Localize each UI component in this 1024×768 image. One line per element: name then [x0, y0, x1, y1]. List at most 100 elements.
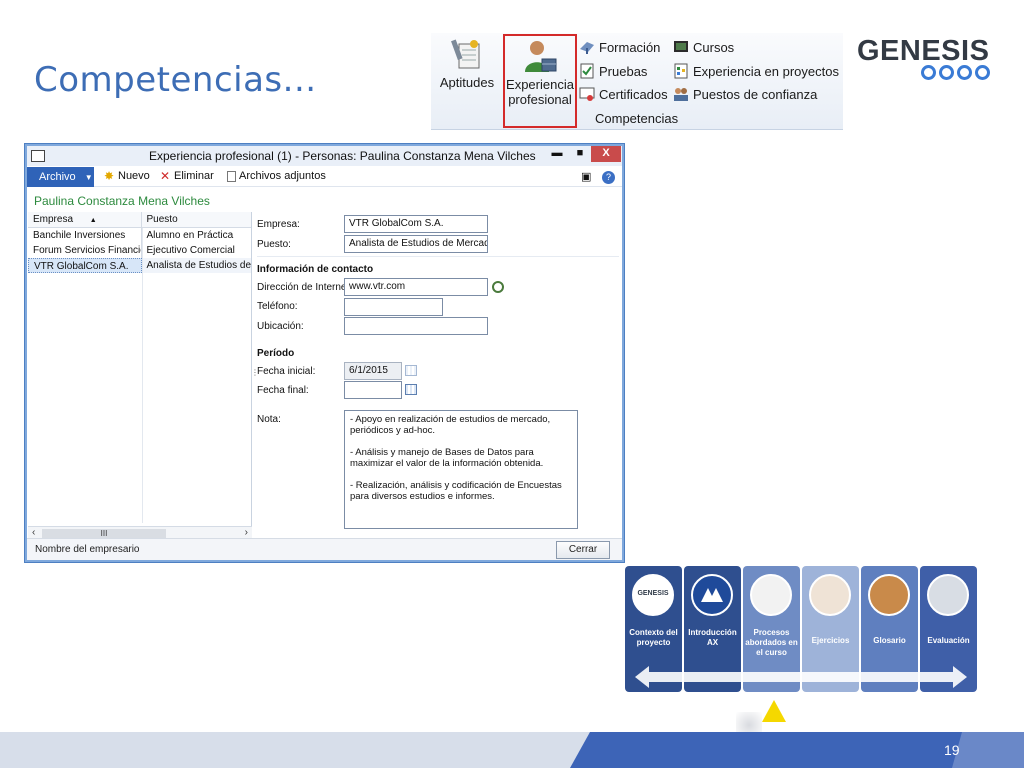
- fecha-final-field[interactable]: [344, 381, 402, 399]
- genesis-badge-icon: GENESIS: [632, 574, 674, 616]
- people-icon: [674, 88, 688, 101]
- nav-tile-label: Evaluación: [927, 636, 970, 645]
- page-number: 19: [944, 742, 960, 758]
- badge-text: GENESIS: [637, 590, 669, 597]
- status-text: Nombre del empresario: [35, 544, 140, 555]
- window-titlebar: Experiencia profesional (1) - Personas: …: [27, 146, 622, 166]
- nav-tile-label: Introducción AX: [688, 628, 737, 647]
- logo-text: GENESIS: [857, 35, 990, 67]
- eliminar-label: Eliminar: [174, 170, 214, 182]
- double-arrow-icon: [635, 666, 967, 688]
- table-row[interactable]: Forum Servicios Financie... Ejecutivo Co…: [28, 243, 251, 258]
- aptitudes-icon: [451, 39, 480, 69]
- column-header-puesto[interactable]: Puesto: [142, 212, 252, 227]
- experiencia-proyectos-icon: [674, 63, 688, 79]
- help-icon[interactable]: ?: [602, 171, 615, 184]
- nav-tile-label: Ejercicios: [811, 636, 850, 645]
- dynamics-logo-icon: [691, 574, 733, 616]
- cerrar-button[interactable]: Cerrar: [556, 541, 610, 559]
- puestos-confianza-label: Puestos de confianza: [693, 86, 818, 102]
- chevron-down-icon: ▼: [84, 173, 93, 182]
- nav-tile-label: Glosario: [873, 636, 906, 645]
- scroll-thumb[interactable]: III: [42, 529, 166, 538]
- calendar-icon[interactable]: [405, 365, 417, 376]
- cursos-label: Cursos: [693, 39, 735, 55]
- scroll-left-icon[interactable]: ‹: [32, 527, 35, 538]
- empresa-field[interactable]: VTR GlobalCom S.A.: [344, 215, 488, 233]
- nota-label: Nota:: [257, 414, 281, 425]
- ubicacion-field[interactable]: [344, 317, 488, 335]
- browse-search-icon[interactable]: [492, 281, 504, 293]
- telefono-field[interactable]: [344, 298, 443, 316]
- pruebas-label: Pruebas: [599, 63, 648, 79]
- cursos-button[interactable]: Cursos: [673, 37, 734, 57]
- grid-header: Empresa ▲ Puesto: [28, 212, 251, 228]
- minimize-button[interactable]: ▬: [548, 146, 566, 162]
- nav-tile-label: Procesos abordados en el curso: [745, 628, 798, 657]
- cell-puesto: Alumno en Práctica: [146, 230, 234, 241]
- archivos-adjuntos-button[interactable]: Archivos adjuntos: [227, 170, 326, 182]
- nota-paragraph: - Apoyo en realización de estudios de me…: [350, 414, 551, 436]
- experiencia-proyectos-label: Experiencia en proyectos: [693, 63, 839, 79]
- pruebas-button[interactable]: Pruebas: [579, 61, 647, 81]
- aptitudes-label: Aptitudes: [439, 75, 495, 90]
- experiencia-profesional-button[interactable]: Experiencia profesional: [503, 34, 577, 128]
- column-header-empresa[interactable]: Empresa ▲: [28, 212, 142, 227]
- table-row-selected[interactable]: VTR GlobalCom S.A. Analista de Estudios …: [28, 258, 251, 273]
- fecha-inicial-label: Fecha inicial:: [257, 366, 316, 377]
- nav-tile-label: Contexto del proyecto: [629, 628, 678, 647]
- current-step-pointer-icon: [762, 700, 786, 722]
- sort-ascending-icon: ▲: [89, 217, 97, 224]
- maximize-button[interactable]: ■: [571, 146, 589, 162]
- book-photo-icon: [868, 574, 910, 616]
- experience-grid: Empresa ▲ Puesto Banchile Inversiones Al…: [28, 212, 252, 539]
- cell-empresa: VTR GlobalCom S.A.: [28, 258, 142, 273]
- archivo-label: Archivo: [39, 171, 76, 183]
- document-photo-icon: [750, 574, 792, 616]
- certificados-button[interactable]: Certificados: [579, 84, 668, 104]
- course-navigation: GENESIS Contexto del proyecto Introducci…: [625, 566, 977, 692]
- layout-icon[interactable]: ▣: [581, 170, 591, 183]
- archivo-menu-button[interactable]: Archivo ▼: [27, 167, 94, 187]
- aptitudes-button[interactable]: Aptitudes: [437, 37, 497, 90]
- close-button[interactable]: X: [591, 146, 621, 162]
- periodo-section-title: Período: [257, 348, 295, 359]
- adjuntos-label: Archivos adjuntos: [239, 170, 326, 182]
- experiencia-proyectos-button[interactable]: Experiencia en proyectos: [673, 61, 839, 81]
- new-star-icon: ✸: [103, 169, 115, 183]
- puesto-field[interactable]: Analista de Estudios de Mercad: [344, 235, 488, 253]
- ribbon-group-label: Competencias: [595, 111, 679, 126]
- delete-x-icon: ✕: [159, 169, 171, 183]
- contacto-section-title: Información de contacto: [257, 264, 374, 275]
- fecha-final-label: Fecha final:: [257, 385, 309, 396]
- person-briefcase-icon: [525, 41, 557, 72]
- nota-paragraph: - Realización, análisis y codificación d…: [350, 480, 562, 502]
- nota-textarea[interactable]: - Apoyo en realización de estudios de me…: [344, 410, 578, 529]
- ribbon-competencias: Aptitudes Experiencia profesional Formac…: [431, 33, 843, 130]
- puestos-confianza-button[interactable]: Puestos de confianza: [673, 84, 817, 104]
- empresa-header-label: Empresa: [33, 214, 74, 225]
- pen-photo-icon: [927, 574, 969, 616]
- nuevo-button[interactable]: ✸ Nuevo: [103, 170, 150, 182]
- empresa-label: Empresa:: [257, 219, 300, 230]
- fecha-inicial-field[interactable]: 6/1/2015: [344, 362, 402, 380]
- calendar-icon[interactable]: [405, 384, 417, 395]
- app-icon: [31, 150, 45, 162]
- handshake-photo-icon: [809, 574, 851, 616]
- toolbar: Archivo ▼ ✸ Nuevo ✕ Eliminar Archivos ad…: [27, 167, 622, 187]
- formacion-button[interactable]: Formación: [579, 37, 660, 57]
- formacion-label: Formación: [599, 39, 661, 55]
- eliminar-button[interactable]: ✕ Eliminar: [159, 170, 214, 182]
- pruebas-icon: [580, 63, 594, 79]
- internet-field[interactable]: www.vtr.com: [344, 278, 488, 296]
- cell-empresa: Forum Servicios Financie...: [28, 243, 142, 258]
- nota-paragraph: - Análisis y manejo de Bases de Datos pa…: [350, 447, 544, 469]
- logo-ring: [921, 65, 936, 80]
- cell-puesto: Analista de Estudios de Me: [141, 258, 251, 273]
- scroll-right-icon[interactable]: ›: [245, 527, 248, 538]
- logo-ring: [939, 65, 954, 80]
- table-row[interactable]: Banchile Inversiones Alumno en Práctica: [28, 228, 251, 243]
- cell-empresa: Banchile Inversiones: [28, 228, 142, 243]
- logo-ring: [975, 65, 990, 80]
- internet-label: Dirección de Internet:: [257, 282, 353, 293]
